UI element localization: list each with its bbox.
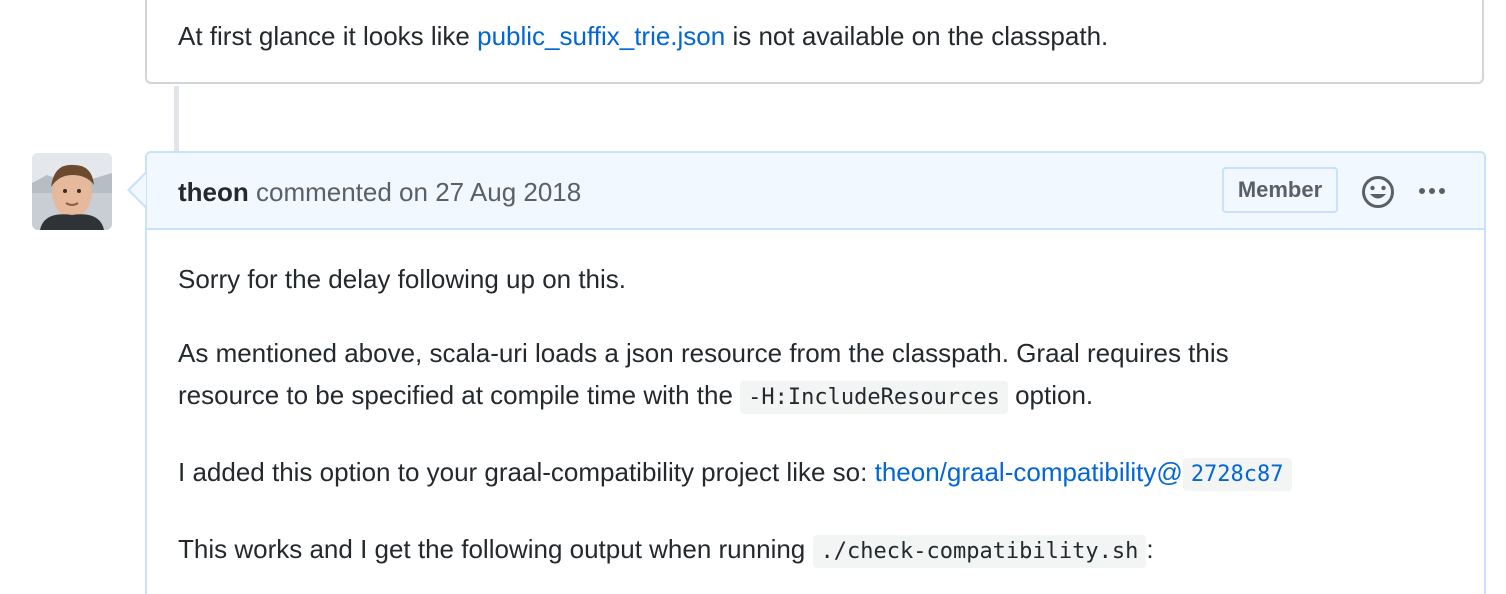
comment-box: theon commented on 27 Aug 2018 Member So…: [145, 151, 1486, 594]
include-resources-code: -H:IncludeResources: [740, 381, 1008, 414]
comment-paragraph-3: I added this option to your graal-compat…: [178, 451, 1458, 496]
paragraph-2-line-2-before: resource to be specified at compile time…: [178, 380, 741, 410]
user-avatar[interactable]: [32, 153, 112, 230]
previous-comment-text-before: At first glance it looks like: [178, 21, 478, 51]
comment-paragraph-4: This works and I get the following outpu…: [178, 528, 1458, 573]
paragraph-4-after: :: [1146, 534, 1154, 564]
kebab-horizontal-icon[interactable]: [1417, 181, 1447, 201]
member-badge: Member: [1222, 167, 1338, 213]
commit-repo-link[interactable]: theon/graal-compatibility@: [875, 457, 1183, 487]
comment-paragraph-1: Sorry for the delay following up on this…: [178, 264, 627, 294]
commit-sha-link[interactable]: 2728c87: [1182, 458, 1292, 491]
paragraph-3-before: I added this option to your graal-compat…: [178, 457, 875, 487]
comment-paragraph-2: As mentioned above, scala-uri loads a js…: [178, 332, 1458, 419]
timeline-connector: [174, 86, 179, 152]
comment-header-text: theon commented on 27 Aug 2018: [178, 174, 581, 210]
paragraph-2-line-2-after: option.: [1007, 380, 1094, 410]
paragraph-4-before: This works and I get the following outpu…: [178, 534, 813, 564]
page: At first glance it looks like public_suf…: [0, 0, 1506, 594]
paragraph-2-line-1: As mentioned above, scala-uri loads a js…: [178, 338, 1229, 368]
previous-comment-box: At first glance it looks like public_suf…: [145, 0, 1484, 84]
comment-header: theon commented on 27 Aug 2018 Member: [147, 153, 1484, 230]
author-link[interactable]: theon: [178, 177, 249, 207]
comment-caret-inner: [130, 174, 146, 206]
previous-comment-text: At first glance it looks like public_suf…: [178, 18, 1108, 54]
avatar-photo: [32, 153, 112, 230]
smiley-icon[interactable]: [1361, 175, 1395, 209]
previous-comment-text-after: is not available on the classpath.: [725, 21, 1109, 51]
comment-body: Sorry for the delay following up on this…: [178, 258, 1458, 594]
comment-timestamp[interactable]: commented on 27 Aug 2018: [249, 177, 581, 207]
check-compatibility-code: ./check-compatibility.sh: [812, 535, 1147, 568]
public-suffix-trie-link[interactable]: public_suffix_trie.json: [477, 21, 725, 51]
